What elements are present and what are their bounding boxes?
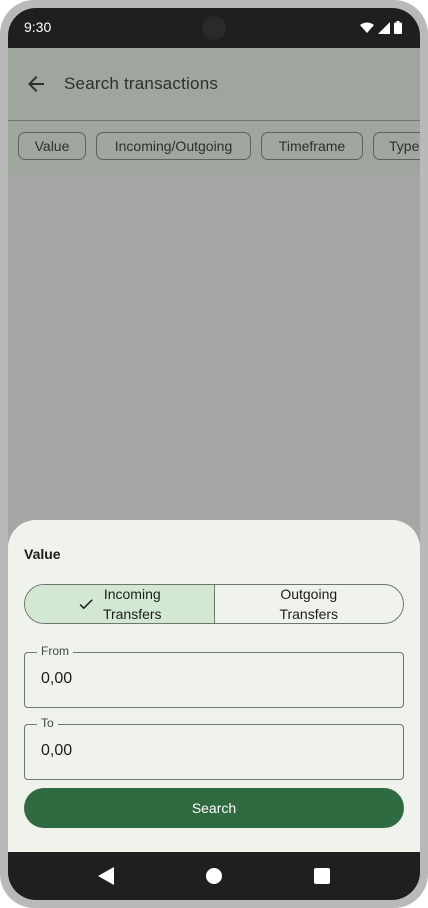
arrow-back-icon[interactable] [24, 72, 48, 96]
segment-label-line2: Transfers [279, 606, 339, 622]
direction-segmented-button: Incoming Transfers Outgoing Transfers [24, 584, 404, 624]
scrim[interactable] [8, 175, 420, 520]
check-icon [79, 599, 93, 610]
segment-outgoing-transfers[interactable]: Outgoing Transfers [215, 585, 404, 623]
segment-incoming-transfers[interactable]: Incoming Transfers [25, 585, 215, 623]
segment-label-line1: Incoming [103, 586, 161, 602]
wifi-icon [360, 22, 374, 33]
from-field[interactable]: From [24, 644, 404, 708]
to-input[interactable] [41, 742, 381, 760]
chip-value[interactable]: Value [18, 132, 86, 160]
search-button[interactable]: Search [24, 788, 404, 828]
home-circle-icon[interactable] [206, 868, 222, 884]
status-icons [360, 21, 402, 34]
segment-label-line2: Transfers [102, 606, 162, 622]
status-bar: 9:30 [8, 8, 420, 48]
from-label: From [37, 644, 73, 658]
status-time: 9:30 [24, 19, 52, 35]
sheet-title: Value [24, 546, 61, 562]
search-title: Search transactions [64, 74, 219, 93]
filter-chip-row: Value Incoming/Outgoing Timeframe Type [8, 121, 420, 175]
chip-timeframe[interactable]: Timeframe [261, 132, 363, 160]
chip-type[interactable]: Type [373, 132, 420, 160]
battery-icon [394, 21, 402, 34]
from-input[interactable] [41, 670, 381, 688]
system-nav-bar [8, 852, 420, 900]
to-label: To [37, 716, 58, 730]
to-field[interactable]: To [24, 716, 404, 780]
bottom-sheet: Value Incoming Transfers Outgoing Transf… [8, 520, 420, 852]
screen: 9:30 Search transactions Value Incoming/… [8, 8, 420, 900]
recents-square-icon[interactable] [314, 868, 330, 884]
segment-label-line1: Outgoing [280, 586, 338, 602]
camera-cutout [202, 16, 226, 40]
back-triangle-icon[interactable] [98, 867, 114, 885]
signal-icon [378, 21, 390, 34]
chip-incoming-outgoing[interactable]: Incoming/Outgoing [96, 132, 251, 160]
top-app-bar: Search transactions [8, 48, 420, 120]
